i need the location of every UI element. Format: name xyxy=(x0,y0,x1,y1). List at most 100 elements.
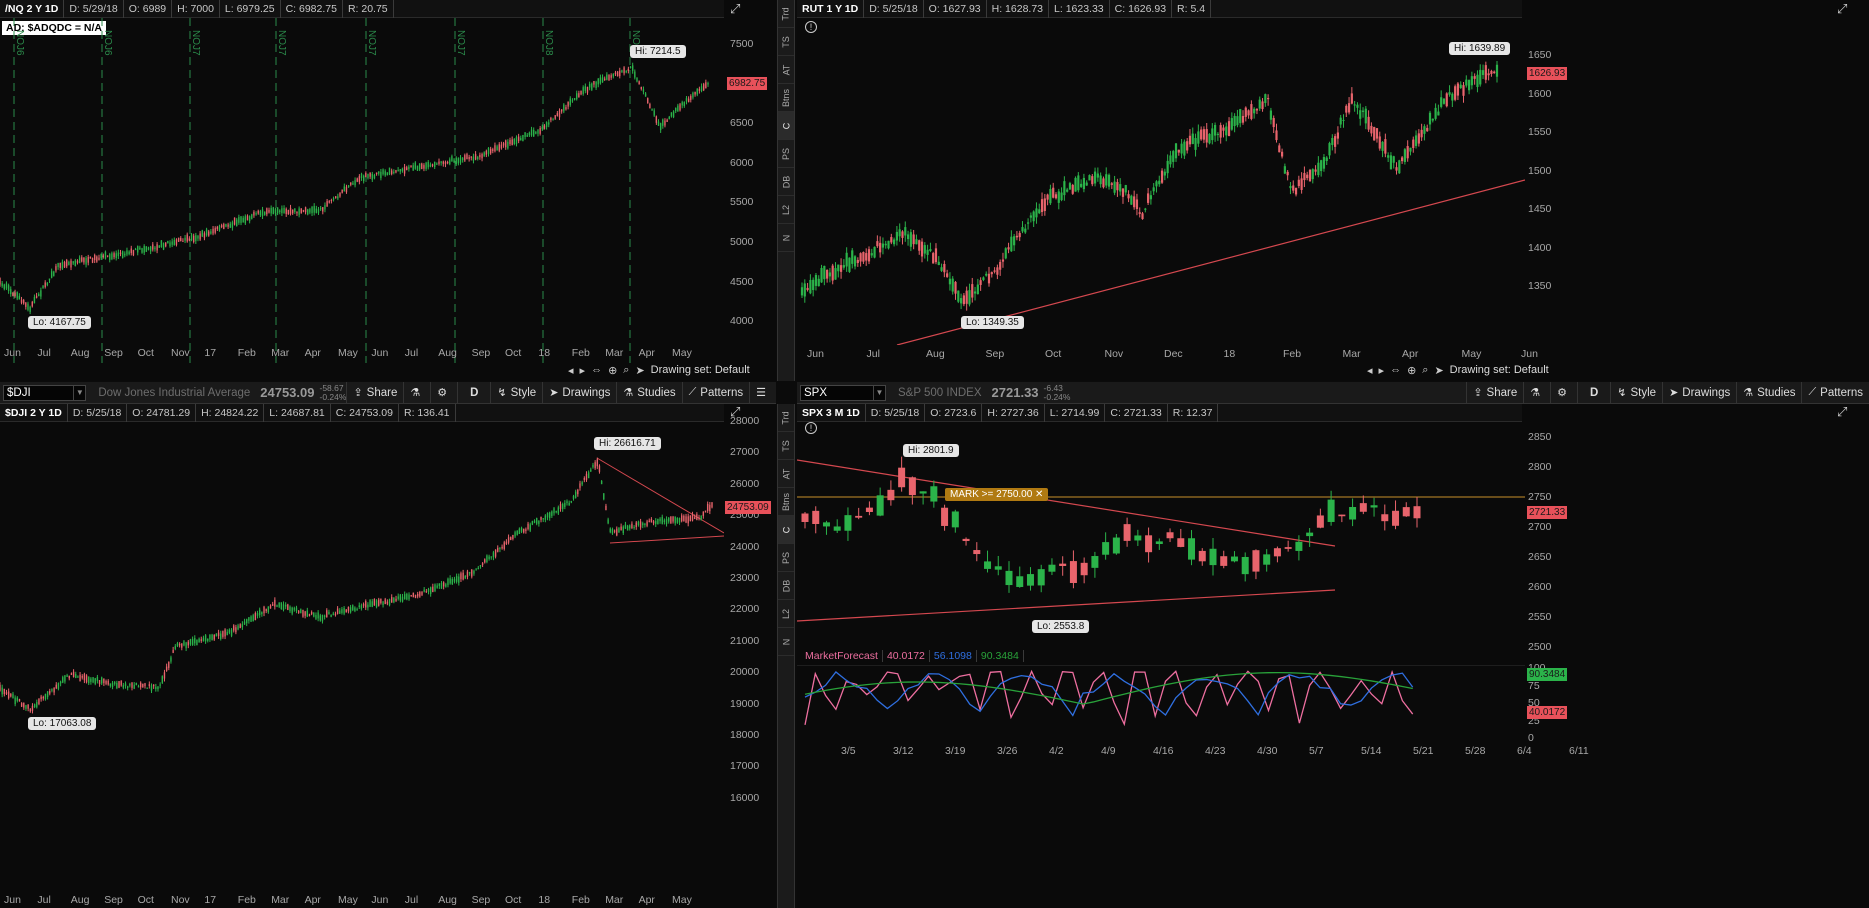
nq-symbol-label[interactable]: /NQ 2 Y 1D xyxy=(0,0,65,18)
x-tick-label: Feb xyxy=(571,347,590,359)
side-tab-buttons[interactable]: Btns xyxy=(778,488,794,516)
chevron-down-icon[interactable]: ▼ xyxy=(73,385,85,400)
dji-patterns-button[interactable]: ⟋ Patterns xyxy=(681,382,750,404)
candle-body xyxy=(586,86,589,93)
candle-body xyxy=(1155,541,1163,545)
zoom-icon[interactable]: ⌕ xyxy=(623,364,629,377)
rut-price-plot[interactable] xyxy=(797,18,1525,345)
candle-body xyxy=(1250,104,1253,119)
side-tab-active-trader[interactable]: AT xyxy=(778,460,794,488)
pan-icon[interactable]: ⇔ xyxy=(591,364,602,376)
spx-drawings-button[interactable]: ➤ Drawings xyxy=(1662,382,1736,404)
candle-body xyxy=(524,132,526,137)
dji-menu-button[interactable]: ☰ xyxy=(749,382,776,404)
spx-symbol-selector[interactable]: SPX ▼ xyxy=(800,384,886,401)
side-tab-product-depth[interactable]: PS xyxy=(778,544,794,572)
x-tick-label: Feb xyxy=(1283,348,1302,360)
candle-body xyxy=(1267,98,1270,100)
candle-body xyxy=(360,173,363,179)
candle-body xyxy=(1308,169,1312,182)
candle-body xyxy=(1152,187,1155,192)
side-tab-chart[interactable]: C xyxy=(778,112,794,140)
candle-body xyxy=(1145,535,1153,553)
spx-aggregation-button[interactable]: D xyxy=(1576,382,1610,404)
side-tab-buttons[interactable]: Btns xyxy=(778,84,794,112)
spx-patterns-button[interactable]: ⟋ Patterns xyxy=(1801,382,1869,404)
scroll-right-icon[interactable]: ▸ xyxy=(580,364,586,377)
mf-study-name[interactable]: MarketForecast xyxy=(801,650,883,662)
spx-studies-button[interactable]: ⚗ Studies xyxy=(1736,382,1801,404)
zoom-icon[interactable]: ⌕ xyxy=(1422,364,1428,377)
scroll-left-icon[interactable]: ◂ xyxy=(1367,364,1373,377)
expand-icon[interactable]: ⤢ xyxy=(1837,404,1847,420)
candle-body xyxy=(1113,181,1116,193)
candle-body xyxy=(0,277,1,285)
expand-icon[interactable]: ⤢ xyxy=(730,1,740,17)
candle-body xyxy=(1295,541,1303,551)
candle-body xyxy=(834,268,837,280)
candle-body xyxy=(639,521,642,528)
side-tab-chart[interactable]: C xyxy=(778,516,794,544)
mf-plot[interactable] xyxy=(797,665,1525,743)
candle-body xyxy=(335,196,337,198)
spx-symbol-label[interactable]: SPX 3 M 1D xyxy=(797,403,866,422)
side-tab-product-depth[interactable]: PS xyxy=(778,140,794,168)
side-tab-active-trader[interactable]: AT xyxy=(778,56,794,84)
dji-style-button[interactable]: ↯ Style xyxy=(490,382,542,404)
side-tab-news[interactable]: N xyxy=(778,224,794,252)
side-tab-trade[interactable]: Trd xyxy=(778,0,794,28)
crosshair-icon[interactable]: ⊕ xyxy=(608,364,617,377)
candle-body xyxy=(85,675,88,683)
dji-share-button[interactable]: ⇪ Share xyxy=(346,382,403,404)
crosshair-icon[interactable]: ⊕ xyxy=(1407,364,1416,377)
nq-drawing-set[interactable]: Drawing set: Default xyxy=(651,364,750,376)
candle-body xyxy=(367,604,369,608)
side-tab-news[interactable]: N xyxy=(778,628,794,656)
candle-body xyxy=(1191,133,1194,144)
dji-symbol-selector[interactable]: $DJI ▼ xyxy=(3,384,87,401)
pan-icon[interactable]: ⇔ xyxy=(1390,364,1401,376)
candle-body xyxy=(1102,178,1105,188)
candle-body xyxy=(1334,136,1337,147)
candle-body xyxy=(313,612,315,617)
spx-price-alert-mark[interactable]: MARK >= 2750.00 ✕ xyxy=(945,488,1049,501)
candle-body xyxy=(68,261,70,265)
dji-flask-button[interactable]: ⚗ xyxy=(403,382,430,404)
side-tab-level2[interactable]: L2 xyxy=(778,600,794,628)
nq-price-plot[interactable]: NOJ6 NOJ6 NOJ7 NOJ7 NOJ7 NOJ7 NOJ8 NOJ8 xyxy=(0,18,724,363)
candle-body xyxy=(77,676,79,678)
side-tab-dashboard[interactable]: DB xyxy=(778,572,794,600)
side-tab-time-sales[interactable]: TS xyxy=(778,28,794,56)
candle-body xyxy=(693,517,696,520)
candle-body xyxy=(1105,174,1108,186)
dji-studies-button[interactable]: ⚗ Studies xyxy=(616,382,681,404)
candle-body xyxy=(1479,69,1482,85)
candle-body xyxy=(1121,188,1125,197)
side-tab-trade[interactable]: Trd xyxy=(778,404,794,432)
rut-drawing-set[interactable]: Drawing set: Default xyxy=(1450,364,1549,376)
spx-share-button[interactable]: ⇪ Share xyxy=(1466,382,1523,404)
scroll-right-icon[interactable]: ▸ xyxy=(1379,364,1385,377)
spx-style-button[interactable]: ↯ Style xyxy=(1610,382,1662,404)
chevron-down-icon[interactable]: ▼ xyxy=(873,385,885,400)
side-tab-dashboard[interactable]: DB xyxy=(778,168,794,196)
spx-settings-button[interactable]: ⚙ xyxy=(1550,382,1577,404)
candle-body xyxy=(295,607,298,612)
scroll-left-icon[interactable]: ◂ xyxy=(568,364,574,377)
expand-icon[interactable]: ⤢ xyxy=(1837,1,1847,17)
dji-price-plot[interactable] xyxy=(0,422,724,900)
dji-settings-button[interactable]: ⚙ xyxy=(430,382,457,404)
candle-body xyxy=(1080,562,1088,576)
candle-body xyxy=(655,116,658,123)
cursor-icon[interactable]: ➤ xyxy=(1434,364,1443,377)
cursor-icon[interactable]: ➤ xyxy=(635,364,644,377)
rut-symbol-label[interactable]: RUT 1 Y 1D xyxy=(797,0,865,18)
candle-body xyxy=(326,610,328,618)
spx-flask-button[interactable]: ⚗ xyxy=(1523,382,1550,404)
side-tab-level2[interactable]: L2 xyxy=(778,196,794,224)
dji-drawings-button[interactable]: ➤ Drawings xyxy=(542,382,616,404)
dji-symbol-label[interactable]: $DJI 2 Y 1D xyxy=(0,403,68,422)
candle-body xyxy=(839,265,843,272)
side-tab-time-sales[interactable]: TS xyxy=(778,432,794,460)
dji-aggregation-button[interactable]: D xyxy=(457,382,490,404)
